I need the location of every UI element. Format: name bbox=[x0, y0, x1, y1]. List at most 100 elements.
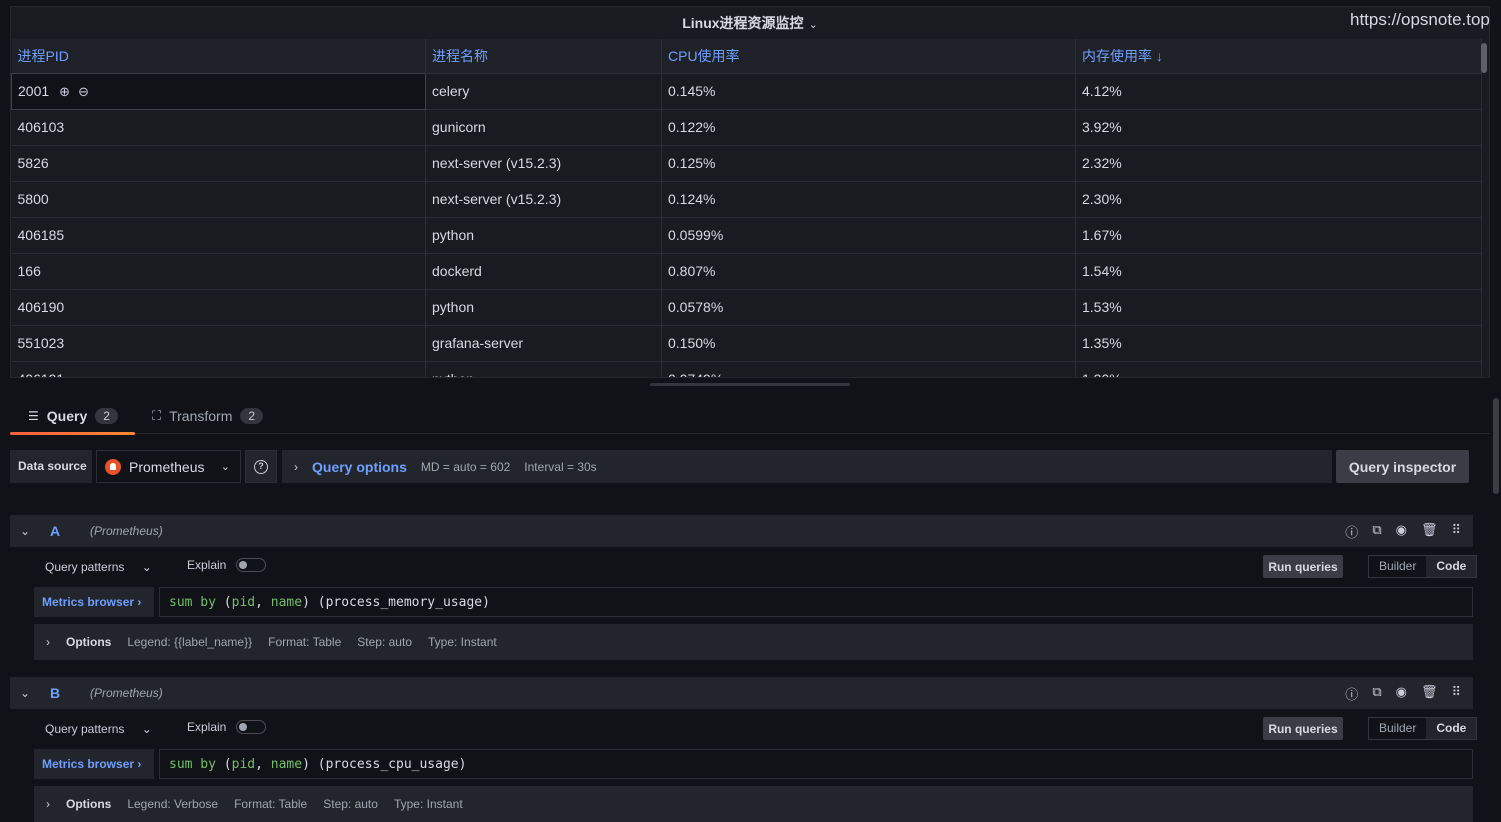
table-row: 2001 ⊕ ⊖ celery 0.145% 4.12% bbox=[11, 72, 1482, 110]
legend-info: Legend: Verbose bbox=[127, 797, 219, 811]
table-cell-memory: 2.32% bbox=[1075, 144, 1482, 181]
eye-icon[interactable]: ◉ bbox=[1396, 522, 1407, 541]
tab-transform[interactable]: ⛶ Transform 2 bbox=[152, 398, 264, 434]
query-options-row[interactable]: › Options Legend: Verbose Format: Table … bbox=[34, 786, 1473, 822]
query-patterns-label: Query patterns bbox=[45, 560, 125, 574]
tab-query[interactable]: ☰ Query 2 bbox=[10, 398, 135, 435]
table-cell-memory: 1.53% bbox=[1075, 288, 1482, 325]
table-cell-name: python bbox=[425, 288, 662, 325]
query-ref-id[interactable]: B bbox=[40, 685, 90, 701]
panel-resize-handle[interactable] bbox=[650, 383, 850, 386]
duplicate-icon[interactable]: ⧉ bbox=[1372, 522, 1381, 541]
metrics-browser-button[interactable]: Metrics browser › bbox=[34, 749, 154, 779]
database-icon: ☰ bbox=[28, 409, 39, 423]
query-patterns-label: Query patterns bbox=[45, 722, 125, 736]
collapse-caret-icon[interactable]: ⌄ bbox=[10, 524, 40, 538]
trash-icon[interactable]: 🗑 bbox=[1421, 522, 1438, 541]
datasource-selected: Prometheus bbox=[129, 458, 205, 475]
query-row-header-b: ⌄ B (Prometheus) ⓘ ⧉ ◉ 🗑 ⠿ bbox=[10, 677, 1473, 709]
expr-label: pid bbox=[231, 594, 256, 610]
watermark: https://opsnote.top bbox=[1350, 10, 1490, 29]
explain-toggle[interactable] bbox=[236, 558, 267, 572]
duplicate-icon[interactable]: ⧉ bbox=[1372, 684, 1381, 703]
type-info: Type: Instant bbox=[428, 635, 497, 649]
table-cell-pid: 406190 bbox=[11, 288, 426, 325]
table-cell-name: python bbox=[425, 216, 662, 253]
chevron-down-icon[interactable]: ⌄ bbox=[809, 19, 818, 31]
max-datapoints-info: MD = auto = 602 bbox=[420, 459, 511, 474]
query-options-row[interactable]: › Options Legend: {{label_name}} Format:… bbox=[34, 624, 1473, 660]
promql-input[interactable]: sum by (pid, name) (process_memory_usage… bbox=[159, 587, 1473, 617]
page-scrollbar[interactable] bbox=[1493, 398, 1499, 494]
editor-mode-switch: Builder Code bbox=[1368, 717, 1478, 740]
explain-label: Explain bbox=[187, 720, 227, 734]
column-header-cpu[interactable]: CPU使用率 bbox=[661, 39, 1076, 73]
tab-transform-count: 2 bbox=[240, 408, 264, 424]
table-scrollbar[interactable] bbox=[1481, 43, 1487, 73]
options-label: Options bbox=[66, 797, 112, 811]
query-patterns-dropdown[interactable]: Query patterns ⌄ bbox=[45, 560, 152, 574]
chevron-right-icon: › bbox=[46, 797, 50, 811]
column-header-memory[interactable]: 内存使用率 ↓ bbox=[1075, 39, 1482, 73]
query-datasource-name: (Prometheus) bbox=[90, 686, 163, 700]
panel-title-text[interactable]: Linux进程资源监控 bbox=[682, 15, 803, 31]
table-cell-cpu: 0.807% bbox=[661, 252, 1076, 289]
table-cell-cpu: 0.124% bbox=[661, 180, 1076, 217]
query-row-actions: ⓘ ⧉ ◉ 🗑 ⠿ bbox=[1345, 522, 1473, 541]
table-cell-name: next-server (v15.2.3) bbox=[425, 144, 662, 181]
explain-toggle[interactable] bbox=[236, 720, 267, 734]
legend-info: Legend: {{label_name}} bbox=[127, 635, 253, 649]
promql-input[interactable]: sum by (pid, name) (process_cpu_usage) bbox=[159, 749, 1473, 779]
table-cell-pid: 406185 bbox=[11, 216, 426, 253]
table-row: 551023 grafana-server 0.150% 1.35% bbox=[11, 324, 1482, 361]
builder-mode-button[interactable]: Builder bbox=[1369, 718, 1426, 739]
table-cell-name: next-server (v15.2.3) bbox=[425, 180, 662, 217]
expr-label: name bbox=[270, 756, 303, 772]
format-info: Format: Table bbox=[234, 797, 308, 811]
table-row: 5800 next-server (v15.2.3) 0.124% 2.30% bbox=[11, 180, 1482, 217]
help-icon[interactable]: ⓘ bbox=[1345, 684, 1358, 703]
help-icon[interactable]: ⓘ bbox=[1345, 522, 1358, 541]
table-cell-memory: 2.30% bbox=[1075, 180, 1482, 217]
code-mode-button[interactable]: Code bbox=[1426, 718, 1477, 739]
datasource-picker[interactable]: Prometheus ⌄ bbox=[96, 450, 241, 483]
table-cell-pid[interactable]: 2001 ⊕ ⊖ bbox=[11, 72, 426, 110]
builder-mode-button[interactable]: Builder bbox=[1369, 556, 1426, 577]
query-inspector-button[interactable]: Query inspector bbox=[1336, 450, 1469, 483]
table-row: 166 dockerd 0.807% 1.54% bbox=[11, 252, 1482, 289]
expr-metric: process_memory_usage bbox=[325, 594, 483, 610]
table-cell-memory: 4.12% bbox=[1075, 72, 1482, 109]
query-row-header-a: ⌄ A (Prometheus) ⓘ ⧉ ◉ 🗑 ⠿ bbox=[10, 515, 1473, 547]
column-header-name[interactable]: 进程名称 bbox=[425, 39, 662, 73]
drag-handle-icon[interactable]: ⠿ bbox=[1451, 522, 1461, 541]
zoom-in-icon[interactable]: ⊕ bbox=[59, 84, 70, 100]
table-cell-name: celery bbox=[425, 72, 662, 109]
run-queries-button[interactable]: Run queries bbox=[1263, 717, 1343, 740]
zoom-out-icon[interactable]: ⊖ bbox=[78, 84, 89, 100]
query-options-bar[interactable]: › Query options MD = auto = 602 Interval… bbox=[282, 450, 1332, 483]
format-info: Format: Table bbox=[268, 635, 342, 649]
datasource-help-button[interactable]: ? bbox=[245, 450, 277, 483]
metrics-browser-button[interactable]: Metrics browser › bbox=[34, 587, 154, 617]
collapse-caret-icon[interactable]: ⌄ bbox=[10, 686, 40, 700]
table-cell-cpu: 0.125% bbox=[661, 144, 1076, 181]
table-cell-pid: 406191 bbox=[11, 360, 426, 377]
run-queries-button[interactable]: Run queries bbox=[1263, 555, 1343, 578]
query-ref-id[interactable]: A bbox=[40, 523, 90, 539]
table-cell-cpu: 0.0578% bbox=[661, 288, 1076, 325]
trash-icon[interactable]: 🗑 bbox=[1421, 684, 1438, 703]
table-cell-cpu: 0.0749% bbox=[661, 360, 1076, 377]
query-options-toggle[interactable]: Query options bbox=[312, 459, 407, 475]
column-header-pid[interactable]: 进程PID bbox=[11, 39, 426, 73]
explain-toggle-group: Explain bbox=[187, 720, 267, 734]
table-row: 5826 next-server (v15.2.3) 0.125% 2.32% bbox=[11, 144, 1482, 181]
table-panel: Linux进程资源监控 ⌄ 进程PID 进程名称 CPU使用率 内存使用率 ↓ 2… bbox=[10, 6, 1490, 378]
eye-icon[interactable]: ◉ bbox=[1396, 684, 1407, 703]
code-mode-button[interactable]: Code bbox=[1426, 556, 1477, 577]
panel-title[interactable]: Linux进程资源监控 ⌄ bbox=[11, 7, 1489, 39]
table-cell-name: dockerd bbox=[425, 252, 662, 289]
drag-handle-icon[interactable]: ⠿ bbox=[1451, 684, 1461, 703]
table-cell-pid: 551023 bbox=[11, 324, 426, 361]
query-patterns-dropdown[interactable]: Query patterns ⌄ bbox=[45, 722, 152, 736]
table-cell-name: grafana-server bbox=[425, 324, 662, 361]
